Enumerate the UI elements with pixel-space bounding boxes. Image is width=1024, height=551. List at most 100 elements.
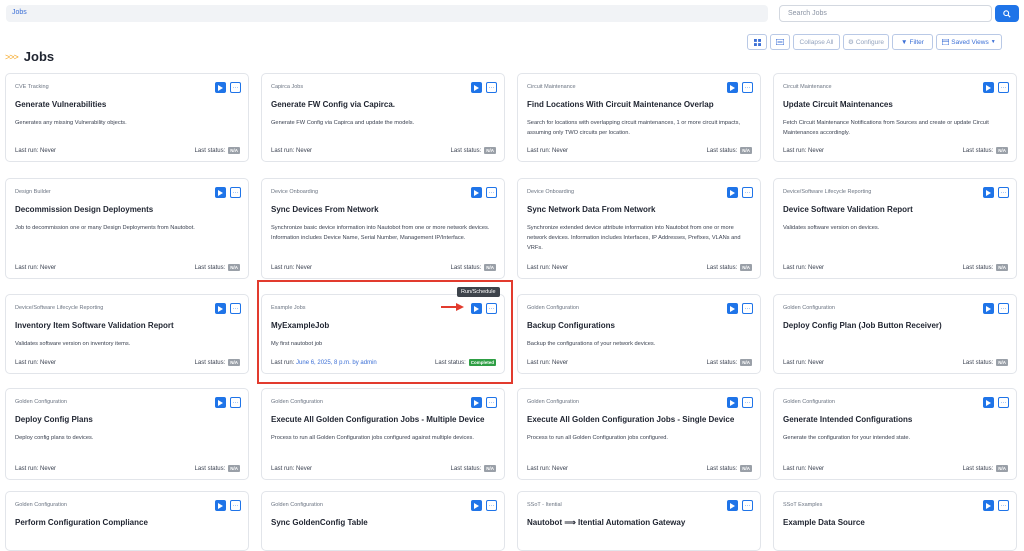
last-run-value: Never [296, 265, 313, 271]
configure-button[interactable]: ⚙ Configure [843, 34, 889, 50]
list-view-button[interactable] [770, 34, 790, 50]
run-button[interactable] [727, 397, 738, 408]
job-name[interactable]: Nautobot ⟹ Itential Automation Gateway [527, 518, 755, 527]
job-description: Generates any missing Vulnerability obje… [15, 120, 127, 126]
more-button[interactable]: ··· [230, 187, 241, 198]
last-run: Last run: Never [271, 265, 313, 271]
status-badge: N/A [996, 264, 1008, 271]
last-run-value: Never [40, 265, 57, 271]
breadcrumb[interactable]: Jobs [6, 5, 768, 22]
saved-views-button[interactable]: Saved Views ▼ [936, 34, 1002, 50]
job-name[interactable]: Execute All Golden Configuration Jobs - … [271, 415, 499, 424]
more-button[interactable]: ··· [230, 500, 241, 511]
last-run: Last run: Never [527, 148, 569, 154]
run-button[interactable] [983, 500, 994, 511]
more-button[interactable]: ··· [742, 187, 753, 198]
more-button[interactable]: ··· [486, 187, 497, 198]
run-button[interactable] [471, 187, 482, 198]
more-button[interactable]: ··· [998, 187, 1009, 198]
more-button[interactable]: ··· [742, 82, 753, 93]
more-button[interactable]: ··· [742, 397, 753, 408]
ellipsis-icon: ··· [488, 189, 495, 196]
job-card[interactable]: Device/Software Lifecycle Reporting ··· In… [5, 294, 249, 374]
run-button[interactable] [983, 303, 994, 314]
job-name[interactable]: Inventory Item Software Validation Repor… [15, 321, 243, 330]
status-badge: N/A [228, 465, 240, 472]
more-button[interactable]: ··· [998, 397, 1009, 408]
job-card[interactable]: Capirca Jobs ··· Generate FW Config via Ca… [261, 73, 505, 162]
job-name[interactable]: Generate FW Config via Capirca. [271, 100, 499, 109]
job-card[interactable]: Circuit Maintenance ··· Update Circuit Mai… [773, 73, 1017, 162]
job-card[interactable]: Golden Configuration ··· Deploy Config Pla… [773, 294, 1017, 374]
play-icon [474, 502, 479, 509]
more-button[interactable]: ··· [230, 303, 241, 314]
job-card[interactable]: Golden Configuration ··· Backup Configurat… [517, 294, 761, 374]
run-button[interactable] [983, 397, 994, 408]
job-card[interactable]: Device Onboarding ··· Sync Devices From Ne… [261, 178, 505, 279]
search-input[interactable]: Search Jobs [779, 5, 992, 22]
play-icon [986, 305, 991, 312]
run-button[interactable] [215, 82, 226, 93]
job-card[interactable]: Golden Configuration ··· Deploy Config Pla… [5, 388, 249, 480]
more-button[interactable]: ··· [486, 397, 497, 408]
search-button[interactable] [995, 5, 1019, 22]
job-name[interactable]: Backup Configurations [527, 321, 755, 330]
job-card[interactable]: SSoT Examples ··· Example Data Source [773, 491, 1017, 551]
more-button[interactable]: ··· [486, 500, 497, 511]
filter-button[interactable]: ▼ Filter [892, 34, 933, 50]
more-button[interactable]: ··· [998, 82, 1009, 93]
run-button[interactable] [215, 187, 226, 198]
run-button[interactable] [727, 500, 738, 511]
run-button[interactable] [215, 397, 226, 408]
run-button[interactable] [983, 82, 994, 93]
more-button[interactable]: ··· [230, 397, 241, 408]
job-card[interactable]: SSoT - Itential ··· Nautobot ⟹ Itential Au… [517, 491, 761, 551]
run-button[interactable] [727, 187, 738, 198]
job-card[interactable]: Golden Configuration ··· Sync GoldenConfig… [261, 491, 505, 551]
job-card[interactable]: Circuit Maintenance ··· Find Locations Wit… [517, 73, 761, 162]
run-button[interactable] [215, 303, 226, 314]
job-name[interactable]: Sync Devices From Network [271, 205, 499, 214]
run-button[interactable] [727, 82, 738, 93]
run-button[interactable] [471, 82, 482, 93]
run-button[interactable] [471, 397, 482, 408]
job-name[interactable]: Example Data Source [783, 518, 1011, 527]
job-card[interactable]: Golden Configuration ··· Generate Intended… [773, 388, 1017, 480]
collapse-all-button[interactable]: Collapse All [793, 34, 840, 50]
job-name[interactable]: Generate Vulnerabilities [15, 100, 243, 109]
more-button[interactable]: ··· [230, 82, 241, 93]
job-card[interactable]: Device Onboarding ··· Sync Network Data Fr… [517, 178, 761, 279]
run-button[interactable] [983, 187, 994, 198]
job-card[interactable]: Device/Software Lifecycle Reporting ··· De… [773, 178, 1017, 279]
status-badge: N/A [484, 264, 496, 271]
job-name[interactable]: Decommission Design Deployments [15, 205, 243, 214]
job-card[interactable]: Golden Configuration ··· Perform Configura… [5, 491, 249, 551]
job-name[interactable]: Device Software Validation Report [783, 205, 1011, 214]
job-name[interactable]: Deploy Config Plans [15, 415, 243, 424]
job-name[interactable]: Deploy Config Plan (Job Button Receiver) [783, 321, 1011, 330]
job-card[interactable]: CVE Tracking ··· Generate Vulnerabilities G… [5, 73, 249, 162]
more-button[interactable]: ··· [742, 303, 753, 314]
job-card[interactable]: Golden Configuration ··· Execute All Golde… [261, 388, 505, 480]
more-button[interactable]: ··· [742, 500, 753, 511]
job-name[interactable]: Execute All Golden Configuration Jobs - … [527, 415, 755, 424]
job-name[interactable]: Perform Configuration Compliance [15, 518, 243, 527]
job-description: Process to run all Golden Configuration … [271, 435, 474, 441]
job-description: Validates software version on inventory … [15, 341, 131, 347]
last-run-value: Never [296, 148, 313, 154]
job-card[interactable]: Design Builder ··· Decommission Design Dep… [5, 178, 249, 279]
job-name[interactable]: Sync Network Data From Network [527, 205, 755, 214]
more-button[interactable]: ··· [998, 500, 1009, 511]
job-category: Capirca Jobs [271, 84, 304, 90]
more-button[interactable]: ··· [486, 82, 497, 93]
job-name[interactable]: Update Circuit Maintenances [783, 100, 1011, 109]
run-button[interactable] [215, 500, 226, 511]
job-card[interactable]: Golden Configuration ··· Execute All Golde… [517, 388, 761, 480]
job-name[interactable]: Generate Intended Configurations [783, 415, 1011, 424]
more-button[interactable]: ··· [998, 303, 1009, 314]
tile-view-button[interactable] [747, 34, 767, 50]
run-button[interactable] [727, 303, 738, 314]
job-name[interactable]: Find Locations With Circuit Maintenance … [527, 100, 755, 109]
job-name[interactable]: Sync GoldenConfig Table [271, 518, 499, 527]
run-button[interactable] [471, 500, 482, 511]
